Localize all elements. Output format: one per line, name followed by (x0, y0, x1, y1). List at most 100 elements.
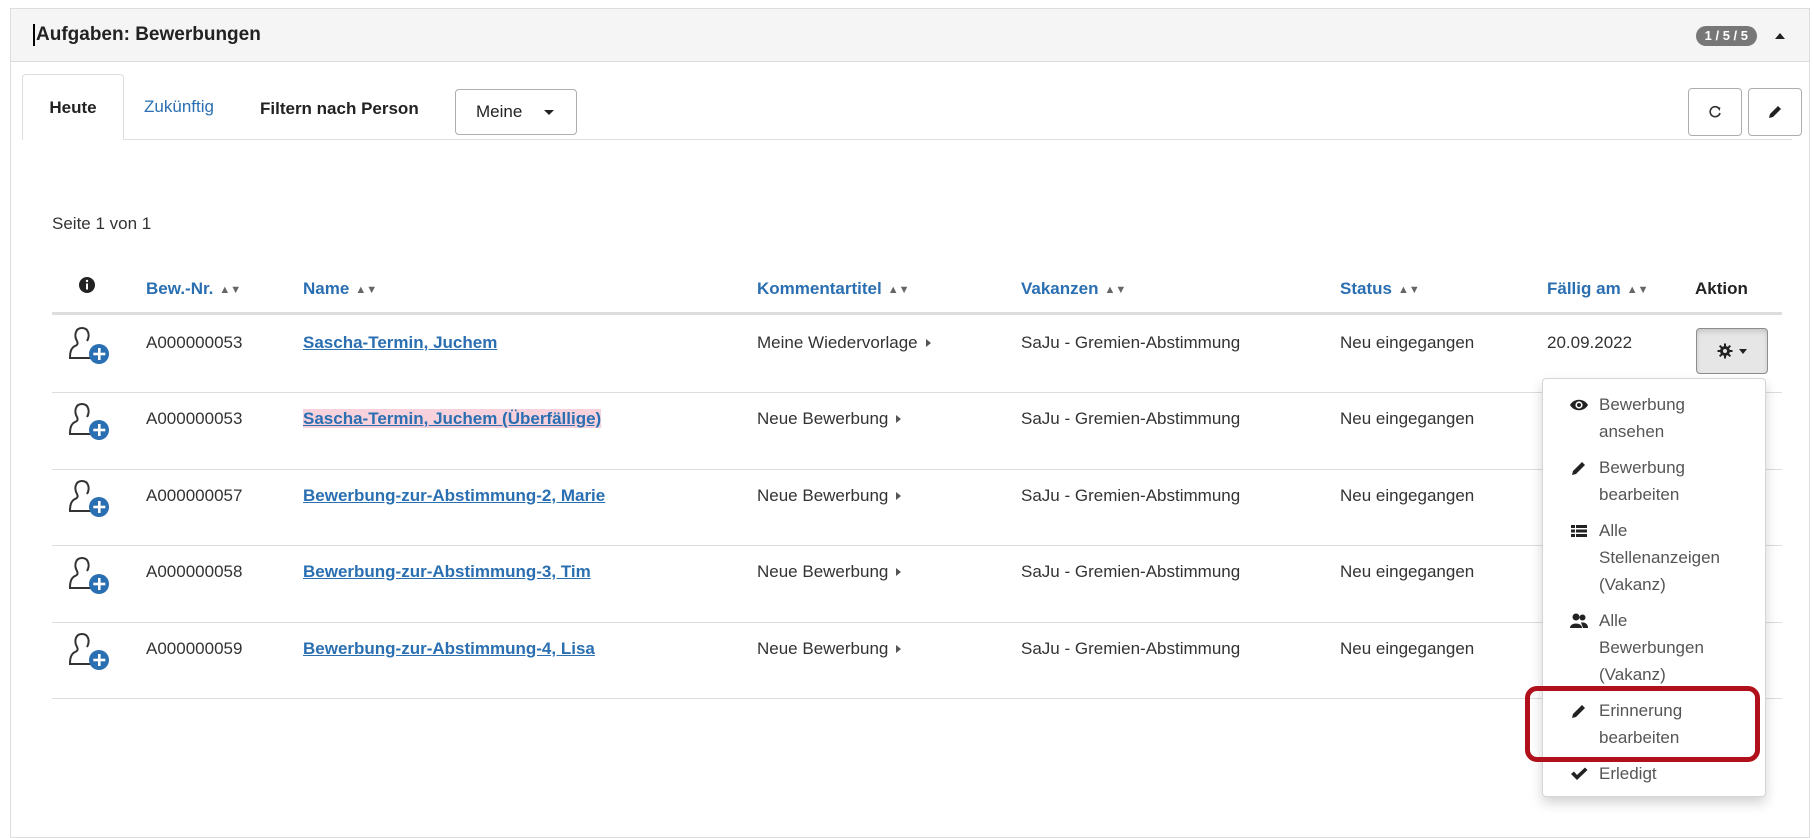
comment-title-text: Meine Wiedervorlage (757, 333, 918, 352)
status: Neu eingegangen (1340, 562, 1475, 581)
info-circle-icon (79, 277, 95, 293)
column-header-label: Kommentartitel (757, 279, 882, 298)
row-divider (52, 622, 1782, 623)
info-column-header (78, 276, 96, 299)
caret-down-icon (544, 110, 554, 115)
tab-today[interactable]: Heute (22, 74, 124, 140)
applicant-name-link[interactable]: Bewerbung-zur-Abstimmung-2, Marie (303, 486, 605, 505)
gear-icon (1717, 343, 1733, 359)
row-divider (52, 469, 1782, 470)
vacancy: SaJu - Gremien-Abstimmung (1021, 639, 1241, 658)
application-number: A000000059 (146, 639, 243, 658)
caret-right-icon (925, 339, 931, 347)
row-divider (52, 392, 1782, 393)
vacancy: SaJu - Gremien-Abstimmung (1021, 333, 1241, 352)
menu-item-all-applications[interactable]: Alle Bewerbungen (Vakanz) (1569, 607, 1759, 688)
comment-title[interactable]: Neue Bewerbung (757, 409, 902, 429)
comment-title[interactable]: Neue Bewerbung (757, 639, 902, 659)
caret-right-icon (896, 645, 902, 653)
column-header-label: Vakanzen (1021, 279, 1099, 298)
check-icon (1571, 767, 1588, 780)
menu-item-label-line3: (Vakanz) (1599, 575, 1666, 594)
application-number: A000000053 (146, 409, 243, 428)
count-badge: 1 / 5 / 5 (1695, 26, 1757, 46)
application-number: A000000057 (146, 486, 243, 505)
menu-item-edit-reminder[interactable]: Erinnerung bearbeiten (1569, 697, 1759, 751)
refresh-button[interactable] (1688, 88, 1742, 136)
caret-right-icon (896, 568, 902, 576)
comment-title-text: Neue Bewerbung (757, 639, 889, 658)
add-user-icon[interactable] (66, 477, 114, 519)
column-header-comment[interactable]: Kommentartitel ▲▼ (757, 279, 909, 299)
add-user-icon[interactable] (66, 400, 114, 442)
menu-item-all-job-ads[interactable]: Alle Stellenanzeigen (Vakanz) (1569, 517, 1759, 598)
caret-right-icon (896, 492, 902, 500)
panel-heading[interactable]: Aufgaben: Bewerbungen 1 / 5 / 5 (11, 9, 1809, 62)
applicant-name-link[interactable]: Sascha-Termin, Juchem (303, 333, 497, 352)
application-number: A000000058 (146, 562, 243, 581)
collapse-caret-icon[interactable] (1775, 33, 1785, 39)
column-header-due[interactable]: Fällig am ▲▼ (1547, 279, 1648, 299)
menu-item-label-line1: Bewerbung (1599, 458, 1686, 477)
comment-title-text: Neue Bewerbung (757, 486, 889, 505)
status: Neu eingegangen (1340, 333, 1475, 352)
sort-icon: ▲▼ (219, 284, 242, 296)
column-header-status[interactable]: Status ▲▼ (1340, 279, 1420, 299)
add-user-icon[interactable] (66, 324, 114, 366)
person-filter-dropdown[interactable]: Meine (455, 89, 577, 135)
applicant-name-link[interactable]: Sascha-Termin, Juchem (Überfällige) (303, 409, 602, 428)
comment-title[interactable]: Neue Bewerbung (757, 486, 902, 506)
menu-item-label-line1: Alle (1599, 521, 1628, 540)
column-header-number[interactable]: Bew.-Nr. ▲▼ (146, 279, 241, 299)
menu-item-label-line2: Bewerbungen (1599, 638, 1704, 657)
pencil-icon (1572, 462, 1585, 475)
pagination-info: Seite 1 von 1 (52, 214, 152, 233)
caret-down-icon (1739, 348, 1747, 354)
column-header-label: Name (303, 279, 350, 298)
menu-item-done[interactable]: Erledigt (1569, 760, 1759, 787)
applicant-name-link[interactable]: Bewerbung-zur-Abstimmung-4, Lisa (303, 639, 595, 658)
vacancy: SaJu - Gremien-Abstimmung (1021, 409, 1241, 428)
row-divider (52, 698, 1782, 699)
column-header-action: Aktion (1695, 279, 1748, 298)
tasks-panel: Aufgaben: Bewerbungen 1 / 5 / 5 (10, 8, 1810, 838)
menu-item-label-line1: Bewerbung (1599, 395, 1686, 414)
vacancy: SaJu - Gremien-Abstimmung (1021, 486, 1241, 505)
action-dropdown-menu: Bewerbung ansehen Bewerbung bearbeiten A… (1542, 378, 1766, 797)
action-menu-button[interactable] (1696, 328, 1768, 374)
menu-item-view-application[interactable]: Bewerbung ansehen (1569, 391, 1759, 445)
column-header-vacancy[interactable]: Vakanzen ▲▼ (1021, 279, 1126, 299)
person-filter-value: Meine (476, 102, 523, 121)
pencil-icon (1572, 705, 1585, 718)
status: Neu eingegangen (1340, 486, 1475, 505)
menu-item-label-line1: Erinnerung (1599, 701, 1683, 720)
menu-item-label-line2: Stellenanzeigen (1599, 548, 1720, 567)
refresh-icon (1709, 105, 1721, 118)
due-date: 20.09.2022 (1547, 333, 1633, 352)
sort-icon: ▲▼ (1104, 284, 1127, 296)
comment-title[interactable]: Neue Bewerbung (757, 562, 902, 582)
tab-divider (22, 139, 1792, 140)
column-header-label: Bew.-Nr. (146, 279, 214, 298)
menu-item-label-line2: ansehen (1599, 422, 1665, 441)
sort-icon: ▲▼ (1626, 284, 1649, 296)
add-user-icon[interactable] (66, 554, 114, 596)
comment-title[interactable]: Meine Wiedervorlage (757, 333, 931, 353)
pencil-icon (1769, 106, 1781, 118)
menu-item-edit-application[interactable]: Bewerbung bearbeiten (1569, 454, 1759, 508)
add-user-icon[interactable] (66, 630, 114, 672)
eye-icon (1570, 399, 1588, 411)
application-number: A000000053 (146, 333, 243, 352)
sort-icon: ▲▼ (355, 284, 378, 296)
column-header-label: Status (1340, 279, 1392, 298)
list-icon (1571, 525, 1587, 537)
vacancy: SaJu - Gremien-Abstimmung (1021, 562, 1241, 581)
column-header-name[interactable]: Name ▲▼ (303, 279, 377, 299)
applicant-name-link[interactable]: Bewerbung-zur-Abstimmung-3, Tim (303, 562, 591, 581)
table-header-divider (52, 312, 1782, 315)
row-divider (52, 545, 1782, 546)
edit-button[interactable] (1748, 88, 1802, 136)
tab-future[interactable]: Zukünftig (124, 74, 234, 140)
sort-icon: ▲▼ (887, 284, 910, 296)
sort-icon: ▲▼ (1397, 284, 1420, 296)
